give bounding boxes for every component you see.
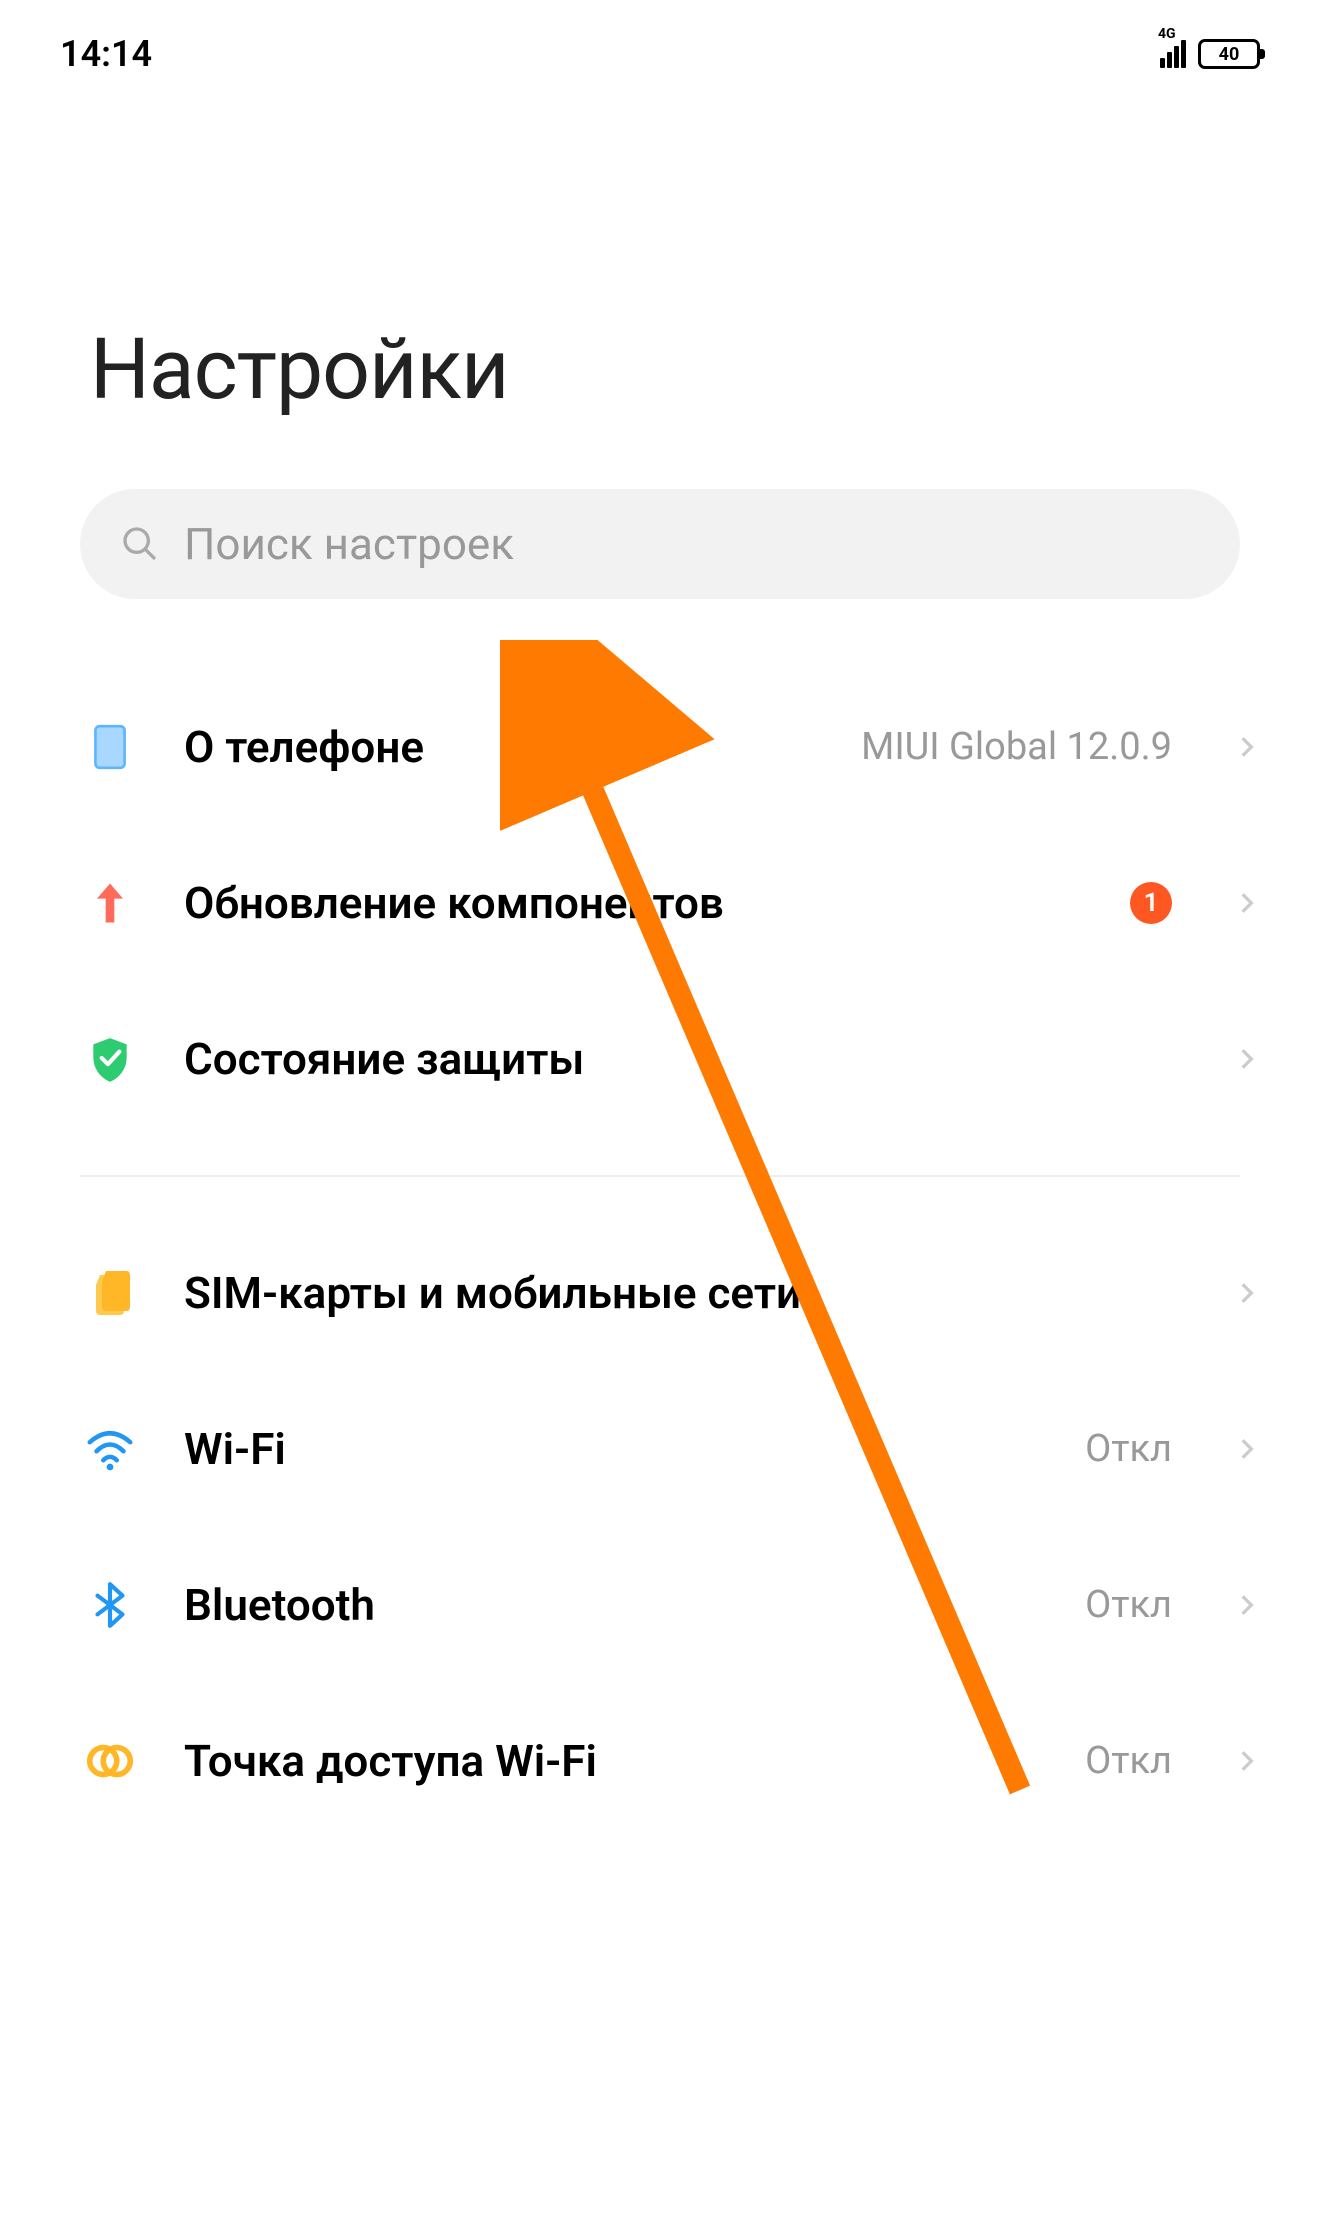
update-icon — [80, 873, 140, 933]
chevron-right-icon — [1234, 1592, 1260, 1618]
row-label: Wi-Fi — [184, 1423, 1041, 1475]
row-bluetooth[interactable]: Bluetooth Откл — [0, 1527, 1320, 1683]
row-label: SIM-карты и мобильные сети — [184, 1267, 1190, 1319]
hotspot-icon — [80, 1731, 140, 1791]
row-security-status[interactable]: Состояние защиты — [0, 981, 1320, 1137]
row-label: Точка доступа Wi-Fi — [184, 1735, 1041, 1787]
status-time: 14:14 — [60, 33, 152, 75]
chevron-right-icon — [1234, 1748, 1260, 1774]
search-placeholder: Поиск настроек — [184, 518, 514, 570]
row-label: Состояние защиты — [184, 1033, 1190, 1085]
row-sim-networks[interactable]: SIM-карты и мобильные сети — [0, 1215, 1320, 1371]
row-label: О телефоне — [184, 721, 817, 773]
row-value: Откл — [1085, 1739, 1172, 1783]
row-label: Bluetooth — [184, 1579, 1041, 1631]
signal-icon: 4G — [1160, 40, 1186, 68]
shield-icon — [80, 1029, 140, 1089]
row-about-phone[interactable]: О телефоне MIUI Global 12.0.9 — [0, 669, 1320, 825]
settings-list: О телефоне MIUI Global 12.0.9 Обновление… — [0, 639, 1320, 1839]
battery-icon: 40 — [1198, 39, 1260, 69]
status-bar: 14:14 4G 40 — [0, 0, 1320, 90]
sim-icon — [80, 1263, 140, 1323]
row-value: MIUI Global 12.0.9 — [861, 725, 1172, 769]
row-label: Обновление компонентов — [184, 877, 1086, 929]
search-input[interactable]: Поиск настроек — [80, 489, 1240, 599]
row-value: Откл — [1085, 1427, 1172, 1471]
phone-icon — [80, 717, 140, 777]
wifi-icon — [80, 1419, 140, 1479]
chevron-right-icon — [1234, 890, 1260, 916]
status-indicators: 4G 40 — [1160, 39, 1260, 69]
divider — [80, 1175, 1240, 1177]
chevron-right-icon — [1234, 1436, 1260, 1462]
row-wifi[interactable]: Wi-Fi Откл — [0, 1371, 1320, 1527]
row-component-updates[interactable]: Обновление компонентов 1 — [0, 825, 1320, 981]
chevron-right-icon — [1234, 1280, 1260, 1306]
page-title: Настройки — [0, 90, 1320, 479]
notification-badge: 1 — [1130, 882, 1172, 924]
row-value: Откл — [1085, 1583, 1172, 1627]
search-icon — [120, 524, 160, 564]
chevron-right-icon — [1234, 734, 1260, 760]
bluetooth-icon — [80, 1575, 140, 1635]
row-hotspot[interactable]: Точка доступа Wi-Fi Откл — [0, 1683, 1320, 1839]
chevron-right-icon — [1234, 1046, 1260, 1072]
